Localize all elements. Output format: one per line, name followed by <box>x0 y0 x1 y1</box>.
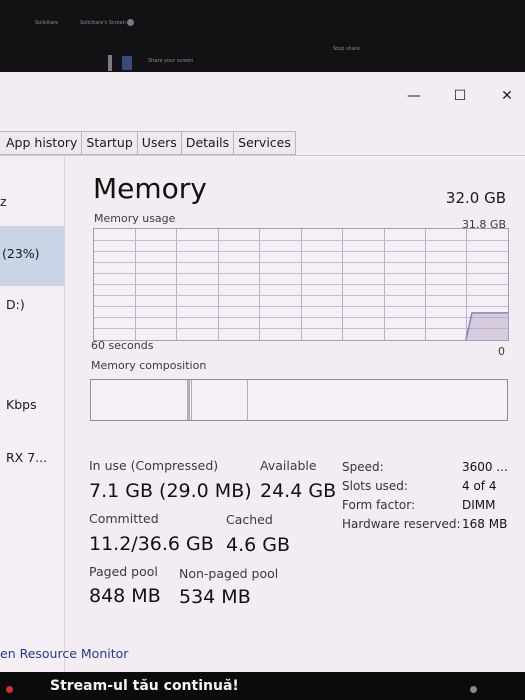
committed-value: 11.2/36.6 GB <box>89 533 214 555</box>
committed-label: Committed <box>89 511 159 526</box>
paged-pool-label: Paged pool <box>89 564 158 579</box>
sidebar-item-label: Kbps <box>6 397 37 412</box>
memory-usage-graph <box>93 228 509 341</box>
graph-axis-right: 0 <box>498 345 505 358</box>
tab-users[interactable]: Users <box>137 131 182 155</box>
mic-icon <box>108 55 112 71</box>
sidebar-item-gpu[interactable]: RX 7... <box>0 447 64 469</box>
total-memory: 32.0 GB <box>445 189 506 207</box>
tab-services[interactable]: Services <box>234 131 296 155</box>
memory-composition-bar <box>90 379 508 421</box>
sidebar-item-disk[interactable]: D:) <box>0 294 64 316</box>
taskbar-item[interactable]: Share your screen <box>148 58 193 64</box>
in-use-label: In use (Compressed) <box>89 458 219 473</box>
memory-usage-line <box>465 312 508 340</box>
maximize-button[interactable]: ☐ <box>446 86 474 106</box>
tab-startup[interactable]: Startup <box>82 131 138 155</box>
page-title: Memory <box>93 172 207 205</box>
title-bar: — ☐ ✕ <box>0 72 525 122</box>
tab-bar: App history Startup Users Details Servic… <box>0 131 296 155</box>
slots-used-label: Slots used: <box>342 479 408 493</box>
minimize-button[interactable]: — <box>400 86 428 106</box>
slots-used-value: 4 of 4 <box>462 479 497 493</box>
taskbar-item[interactable]: Solicitare's Screen <box>80 20 126 26</box>
cached-label: Cached <box>226 512 273 527</box>
tab-divider <box>0 155 525 156</box>
memory-usage-label: Memory usage <box>94 212 176 225</box>
sidebar-item-label: (23%) <box>2 246 40 261</box>
available-value: 24.4 GB <box>260 480 337 502</box>
sidebar-item-memory[interactable]: (23%) <box>0 226 64 286</box>
performance-sidebar: z (23%) D:) Kbps RX 7... <box>0 156 65 672</box>
cached-value: 4.6 GB <box>226 534 291 556</box>
record-dot-icon <box>6 686 13 693</box>
sidebar-item-network[interactable]: Kbps <box>0 394 64 416</box>
status-dot-icon <box>470 686 477 693</box>
composition-in-use-boundary <box>187 380 190 420</box>
sidebar-item-label: z <box>0 194 7 209</box>
composition-standby-boundary <box>247 380 248 420</box>
nonpaged-pool-value: 534 MB <box>179 586 251 608</box>
form-factor-label: Form factor: <box>342 498 416 512</box>
speed-label: Speed: <box>342 460 384 474</box>
paged-pool-value: 848 MB <box>89 585 161 607</box>
available-label: Available <box>260 458 317 473</box>
sidebar-item-cpu[interactable]: z <box>0 192 64 212</box>
hardware-reserved-value: 168 MB <box>462 517 508 531</box>
close-button[interactable]: ✕ <box>493 86 521 106</box>
in-use-value: 7.1 GB (29.0 MB) <box>89 480 252 502</box>
stream-continues-message: Stream-ul tău continuă! <box>50 678 239 694</box>
nonpaged-pool-label: Non-paged pool <box>179 566 279 581</box>
composition-modified-boundary <box>191 380 192 420</box>
graph-axis-left: 60 seconds <box>91 339 154 352</box>
taskbar: Solicitare Solicitare's Screen Share you… <box>0 0 525 72</box>
tab-details[interactable]: Details <box>181 131 235 155</box>
taskbar-item[interactable]: Solicitare <box>35 20 58 26</box>
speed-value: 3600 ... <box>462 460 508 474</box>
memory-composition-label: Memory composition <box>91 359 207 372</box>
hardware-reserved-label: Hardware reserved: <box>342 517 461 531</box>
taskbar-item[interactable]: Stop share <box>333 46 360 52</box>
resource-monitor-link[interactable]: en Resource Monitor <box>0 646 128 661</box>
screen-share-icon <box>127 19 134 26</box>
avatar <box>122 56 132 70</box>
form-factor-value: DIMM <box>462 498 496 512</box>
task-manager-window: — ☐ ✕ App history Startup Users Details … <box>0 72 525 672</box>
sidebar-item-label: D:) <box>6 297 25 312</box>
sidebar-item-label: RX 7... <box>6 450 48 465</box>
tab-app-history[interactable]: App history <box>0 131 83 155</box>
